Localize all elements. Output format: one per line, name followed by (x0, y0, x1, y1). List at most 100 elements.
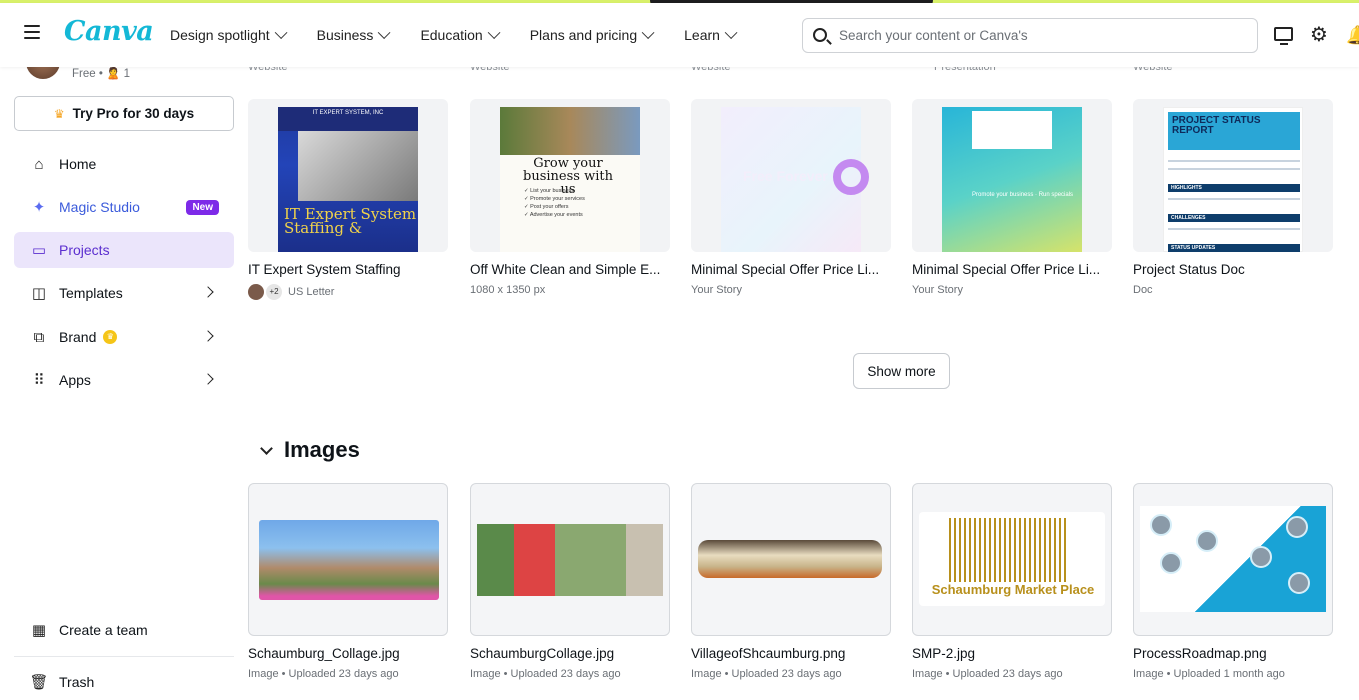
card-subtitle: Image • Uploaded 1 month ago (1133, 668, 1285, 680)
image-thumbnail[interactable] (1133, 483, 1333, 636)
chevron-right-icon (202, 286, 214, 298)
image-card[interactable]: Schaumburg_Collage.jpg Image • Uploaded … (248, 483, 448, 680)
card-subtitle: 1080 x 1350 px (470, 284, 546, 296)
chevron-down-icon (274, 25, 288, 39)
image-card[interactable]: VillageofShcaumburg.png Image • Uploaded… (691, 483, 891, 680)
nav-education[interactable]: Education (420, 15, 501, 55)
show-more-button[interactable]: Show more (853, 353, 950, 389)
sidebar: Free • 🙎 1 ♛ Try Pro for 30 days ⌂ Home ✦ M… (0, 51, 248, 694)
sidebar-item-templates[interactable]: ◫ Templates (14, 275, 234, 311)
image-card[interactable]: SchaumburgCollage.jpg Image • Uploaded 2… (470, 483, 670, 680)
nav-label: Learn (684, 27, 720, 43)
design-thumbnail[interactable]: Promote your business · Run specials (912, 99, 1112, 252)
design-thumbnail[interactable]: Free Forever (691, 99, 891, 252)
sidebar-divider (14, 656, 234, 657)
nav-label: Education (420, 27, 483, 43)
design-preview: Promote your business · Run specials (942, 107, 1082, 252)
nav-label: Business (316, 27, 374, 43)
brand-icon: ⧉ (33, 328, 45, 346)
image-thumbnail[interactable] (248, 483, 448, 636)
image-preview (259, 520, 439, 600)
preview-list: ✓ List your business ✓ Promote your serv… (524, 188, 585, 218)
sidebar-item-label: Apps (59, 372, 91, 388)
card-title[interactable]: ProcessRoadmap.png (1133, 646, 1333, 661)
preview-logo (972, 111, 1052, 149)
preview-shape (833, 159, 869, 195)
image-card[interactable]: ProcessRoadmap.png Image • Uploaded 1 mo… (1133, 483, 1333, 680)
card-title[interactable]: Schaumburg_Collage.jpg (248, 646, 448, 661)
preview-line (1168, 228, 1300, 230)
card-subtitle: Your Story (691, 284, 742, 296)
card-title[interactable]: VillageofShcaumburg.png (691, 646, 891, 661)
trash-icon: 🗑 (29, 674, 49, 691)
design-card[interactable]: Grow your business with us ✓ List your b… (470, 99, 670, 296)
sidebar-item-label: Brand (59, 329, 97, 345)
sidebar-item-trash[interactable]: 🗑 Trash (14, 664, 234, 700)
sidebar-item-brand[interactable]: ⧉ Brand ♛ (14, 319, 234, 355)
nav-design-spotlight[interactable]: Design spotlight (170, 15, 288, 55)
preview-shape (1286, 516, 1308, 538)
card-title[interactable]: Off White Clean and Simple E... (470, 262, 670, 277)
card-title[interactable]: SMP-2.jpg (912, 646, 1112, 661)
search-input[interactable]: Search your content or Canva's (802, 18, 1258, 53)
monitor-icon[interactable] (1274, 27, 1293, 45)
projects-icon: ▭ (31, 242, 47, 259)
nav-learn[interactable]: Learn (684, 15, 738, 55)
card-title[interactable]: Minimal Special Offer Price Li... (691, 262, 891, 277)
design-card[interactable]: IT EXPERT SYSTEM, INC IT Expert System S… (248, 99, 448, 300)
design-thumbnail[interactable]: Grow your business with us ✓ List your b… (470, 99, 670, 252)
chevron-down-icon[interactable] (260, 442, 273, 455)
sidebar-item-home[interactable]: ⌂ Home (14, 146, 234, 182)
sidebar-item-label: Home (59, 156, 97, 172)
design-card[interactable]: Free Forever Minimal Special Offer Price… (691, 99, 891, 296)
plan-label: Free • 🙎 1 (72, 68, 130, 80)
chevron-right-icon (202, 330, 214, 342)
preview-photo (298, 131, 418, 201)
bell-icon[interactable]: 🔔 (1346, 25, 1359, 45)
gear-icon[interactable]: ⚙ (1310, 25, 1330, 45)
chevron-down-icon (641, 25, 655, 39)
card-subtitle: Image • Uploaded 23 days ago (691, 668, 842, 680)
create-team-label: Create a team (59, 622, 148, 638)
create-team-button[interactable]: ▦ Create a team (14, 612, 234, 648)
image-text: Schaumburg Market Place (931, 582, 1095, 597)
card-title[interactable]: SchaumburgCollage.jpg (470, 646, 670, 661)
preview-line (1168, 198, 1300, 200)
preview-list: Promote your business · Run specials (972, 192, 1074, 198)
main-content: Website Website Website Presentation Web… (248, 61, 1359, 694)
design-card[interactable]: PROJECT STATUS REPORT HIGHLIGHTS CHALLEN… (1133, 99, 1333, 296)
image-preview (1140, 506, 1326, 612)
canva-logo[interactable]: Canva (64, 16, 154, 47)
image-card[interactable]: Schaumburg Market Place SMP-2.jpg Image … (912, 483, 1112, 680)
try-pro-label: Try Pro for 30 days (72, 106, 195, 121)
preview-line (1168, 160, 1300, 162)
card-title[interactable]: Project Status Doc (1133, 262, 1333, 277)
design-preview: IT EXPERT SYSTEM, INC IT Expert System S… (278, 107, 418, 252)
preview-shape (1288, 572, 1310, 594)
image-thumbnail[interactable] (470, 483, 670, 636)
preview-title: IT Expert System Staffing & (284, 205, 417, 237)
design-preview: PROJECT STATUS REPORT HIGHLIGHTS CHALLEN… (1163, 107, 1303, 252)
design-card[interactable]: Promote your business · Run specials Min… (912, 99, 1112, 296)
sidebar-item-magic-studio[interactable]: ✦ Magic Studio New (14, 189, 234, 225)
image-thumbnail[interactable]: Schaumburg Market Place (912, 483, 1112, 636)
card-title[interactable]: Minimal Special Offer Price Li... (912, 262, 1112, 277)
try-pro-button[interactable]: ♛ Try Pro for 30 days (14, 96, 234, 131)
nav-plans-pricing[interactable]: Plans and pricing (529, 15, 655, 55)
design-thumbnail[interactable]: PROJECT STATUS REPORT HIGHLIGHTS CHALLEN… (1133, 99, 1333, 252)
nav-business[interactable]: Business (317, 15, 391, 55)
card-title[interactable]: IT Expert System Staffing (248, 262, 448, 277)
team-icon: ▦ (31, 622, 47, 639)
hamburger-icon[interactable] (24, 25, 40, 43)
preview-shape (1250, 546, 1272, 568)
card-subtitle: Image • Uploaded 23 days ago (470, 668, 621, 680)
sidebar-item-projects[interactable]: ▭ Projects (14, 232, 234, 268)
sidebar-item-apps[interactable]: ⠿ Apps (14, 362, 234, 398)
design-thumbnail[interactable]: IT EXPERT SYSTEM, INC IT Expert System S… (248, 99, 448, 252)
chevron-right-icon (202, 373, 214, 385)
magic-icon: ✦ (32, 199, 46, 216)
design-preview: Grow your business with us ✓ List your b… (500, 107, 640, 252)
crown-icon: ♛ (103, 330, 118, 344)
image-thumbnail[interactable] (691, 483, 891, 636)
nav-label: Plans and pricing (529, 27, 638, 43)
